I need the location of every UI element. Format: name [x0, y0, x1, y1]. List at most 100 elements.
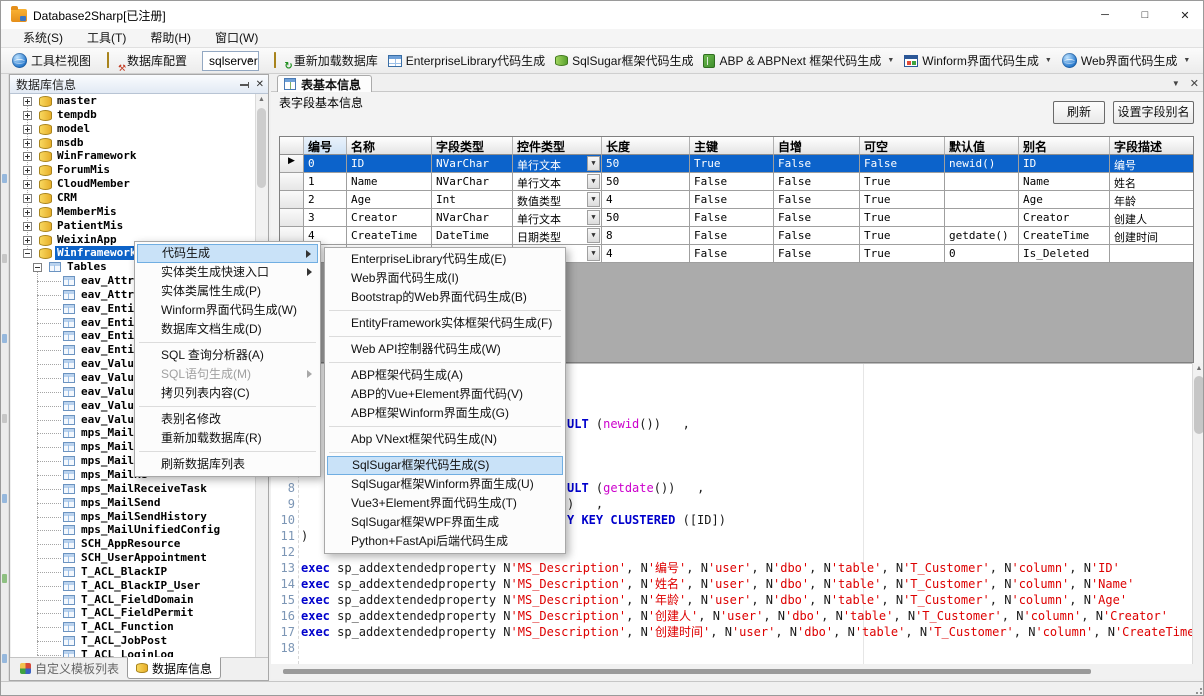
grid-cell[interactable]: False	[690, 245, 774, 263]
menubar-item[interactable]: 窗口(W)	[203, 29, 270, 47]
scroll-up-icon[interactable]: ▲	[1193, 363, 1204, 375]
grid-row-header[interactable]	[280, 173, 304, 191]
grid-cell[interactable]: Age	[347, 191, 432, 209]
combobox-dropdown-icon[interactable]: ▼	[587, 246, 600, 261]
toolbar-reload-button[interactable]: ↻ 重新加载数据库	[269, 50, 383, 72]
tree-node-table[interactable]: SCH_AppResource	[11, 537, 257, 551]
menubar-item[interactable]: 帮助(H)	[138, 29, 203, 47]
toolbar-enterprise-button[interactable]: EnterpriseLibrary代码生成	[383, 50, 550, 72]
grid-cell[interactable]: True	[860, 191, 945, 209]
grid-cell[interactable]: Int	[432, 191, 513, 209]
grid-cell[interactable]: 日期类型▼	[513, 227, 602, 245]
close-button[interactable]: ✕	[1165, 1, 1204, 29]
grid-cell[interactable]: 4	[602, 191, 690, 209]
tree-node-table[interactable]: mps_MailReceiveTask	[11, 482, 257, 496]
submenu-item[interactable]: Web API控制器代码生成(W)	[327, 340, 563, 359]
grid-cell[interactable]: False	[774, 209, 860, 227]
tree-scrollbar-thumb[interactable]	[257, 108, 266, 188]
grid-cell[interactable]: 编号	[1110, 155, 1194, 173]
grid-header-cell[interactable]: 字段描述	[1110, 137, 1194, 155]
grid-cell[interactable]: DateTime	[432, 227, 513, 245]
submenu-item[interactable]: SqlSugar框架Winform界面生成(U)	[327, 475, 563, 494]
context-menu-item[interactable]: 刷新数据库列表	[137, 455, 318, 474]
grid-cell[interactable]: False	[860, 155, 945, 173]
submenu-item[interactable]: Abp VNext框架代码生成(N)	[327, 430, 563, 449]
grid-cell[interactable]: NVarChar	[432, 209, 513, 227]
tree-node-database[interactable]: ForumMis	[11, 163, 257, 177]
grid-cell[interactable]: ID	[1019, 155, 1110, 173]
grid-cell[interactable]	[945, 209, 1019, 227]
grid-cell[interactable]: 0	[304, 155, 347, 173]
grid-header-cell[interactable]: 别名	[1019, 137, 1110, 155]
grid-cell[interactable]: 年龄	[1110, 191, 1194, 209]
combobox-dropdown-icon[interactable]: ▼	[587, 228, 600, 243]
menubar-item[interactable]: 工具(T)	[75, 29, 138, 47]
grid-cell[interactable]: CreateTime	[1019, 227, 1110, 245]
grid-cell[interactable]: True	[860, 173, 945, 191]
grid-cell[interactable]: False	[774, 245, 860, 263]
context-menu-item[interactable]: 表别名修改	[137, 410, 318, 429]
grid-cell[interactable]: NVarChar	[432, 155, 513, 173]
grid-cell[interactable]	[1110, 245, 1194, 263]
grid-header-cell[interactable]: 长度	[602, 137, 690, 155]
tree-node-database[interactable]: CRM	[11, 191, 257, 205]
editor-vertical-scrollbar[interactable]: ▲	[1192, 363, 1204, 664]
minimize-button[interactable]: ─	[1085, 1, 1125, 29]
grid-cell[interactable]: 50	[602, 209, 690, 227]
tree-node-table[interactable]: mps_MailSendHistory	[11, 510, 257, 524]
grid-corner-header[interactable]	[280, 137, 304, 155]
tab-table-basic-info[interactable]: 表基本信息	[277, 75, 372, 92]
grid-cell[interactable]: 姓名	[1110, 173, 1194, 191]
grid-cell[interactable]: 创建时间	[1110, 227, 1194, 245]
expand-icon[interactable]	[23, 236, 32, 245]
grid-header-cell[interactable]: 主键	[690, 137, 774, 155]
grid-header-cell[interactable]: 名称	[347, 137, 432, 155]
expand-icon[interactable]	[23, 139, 32, 148]
collapse-icon[interactable]	[23, 249, 32, 258]
tree-node-database[interactable]: WinFramework	[11, 149, 257, 163]
grid-cell[interactable]: False	[774, 173, 860, 191]
tree-node-table[interactable]: T_ACL_Function	[11, 620, 257, 634]
tree-node-database[interactable]: model	[11, 122, 257, 136]
scroll-up-icon[interactable]: ▲	[256, 94, 267, 106]
tree-node-database[interactable]: tempdb	[11, 108, 257, 122]
chevron-down-icon[interactable]: ▼	[1045, 57, 1052, 64]
grid-header-cell[interactable]: 编号	[304, 137, 347, 155]
tree-node-table[interactable]: T_ACL_FieldPermit	[11, 606, 257, 620]
tree-node-database[interactable]: CloudMember	[11, 177, 257, 191]
refresh-button[interactable]: 刷新	[1053, 101, 1105, 124]
expand-icon[interactable]	[23, 152, 32, 161]
grid-cell[interactable]: 0	[945, 245, 1019, 263]
grid-cell[interactable]	[945, 173, 1019, 191]
expand-icon[interactable]	[23, 166, 32, 175]
current-row-indicator[interactable]: ▶	[280, 155, 304, 173]
grid-cell[interactable]: 单行文本▼	[513, 155, 602, 173]
tree-node-table[interactable]: mps_MailSend	[11, 496, 257, 510]
resize-grip[interactable]	[1193, 685, 1203, 695]
grid-cell[interactable]: False	[690, 191, 774, 209]
grid-cell[interactable]: 1	[304, 173, 347, 191]
chevron-down-icon[interactable]: ▼	[887, 57, 894, 64]
tree-node-table[interactable]: T_ACL_BlackIP	[11, 565, 257, 579]
context-menu-item[interactable]: 拷贝列表内容(C)	[137, 384, 318, 403]
tab-close-icon[interactable]: ✕	[1190, 77, 1199, 90]
context-menu-item[interactable]: 重新加载数据库(R)	[137, 429, 318, 448]
expand-icon[interactable]	[23, 222, 32, 231]
chevron-down-icon[interactable]: ▼	[1183, 57, 1190, 64]
combobox-dropdown-icon[interactable]: ▼	[587, 156, 600, 171]
expand-icon[interactable]	[23, 208, 32, 217]
grid-cell[interactable]: ID	[347, 155, 432, 173]
grid-cell[interactable]: True	[860, 209, 945, 227]
tree-node-table[interactable]: T_ACL_BlackIP_User	[11, 579, 257, 593]
editor-scrollbar-thumb[interactable]	[1194, 376, 1204, 434]
context-menu-item[interactable]: 数据库文档生成(D)	[137, 320, 318, 339]
editor-hscrollbar-thumb[interactable]	[283, 669, 1091, 674]
grid-header-cell[interactable]: 可空	[860, 137, 945, 155]
combobox-dropdown-icon[interactable]: ▼	[587, 210, 600, 225]
toolbar-web-button[interactable]: Web界面代码生成 ▼	[1057, 50, 1195, 72]
grid-cell[interactable]: CreateTime	[347, 227, 432, 245]
set-field-alias-button[interactable]: 设置字段别名	[1113, 101, 1194, 124]
submenu-item[interactable]: EntityFramework实体框架代码生成(F)	[327, 314, 563, 333]
grid-cell[interactable]: 50	[602, 173, 690, 191]
pin-icon[interactable]	[240, 84, 248, 86]
